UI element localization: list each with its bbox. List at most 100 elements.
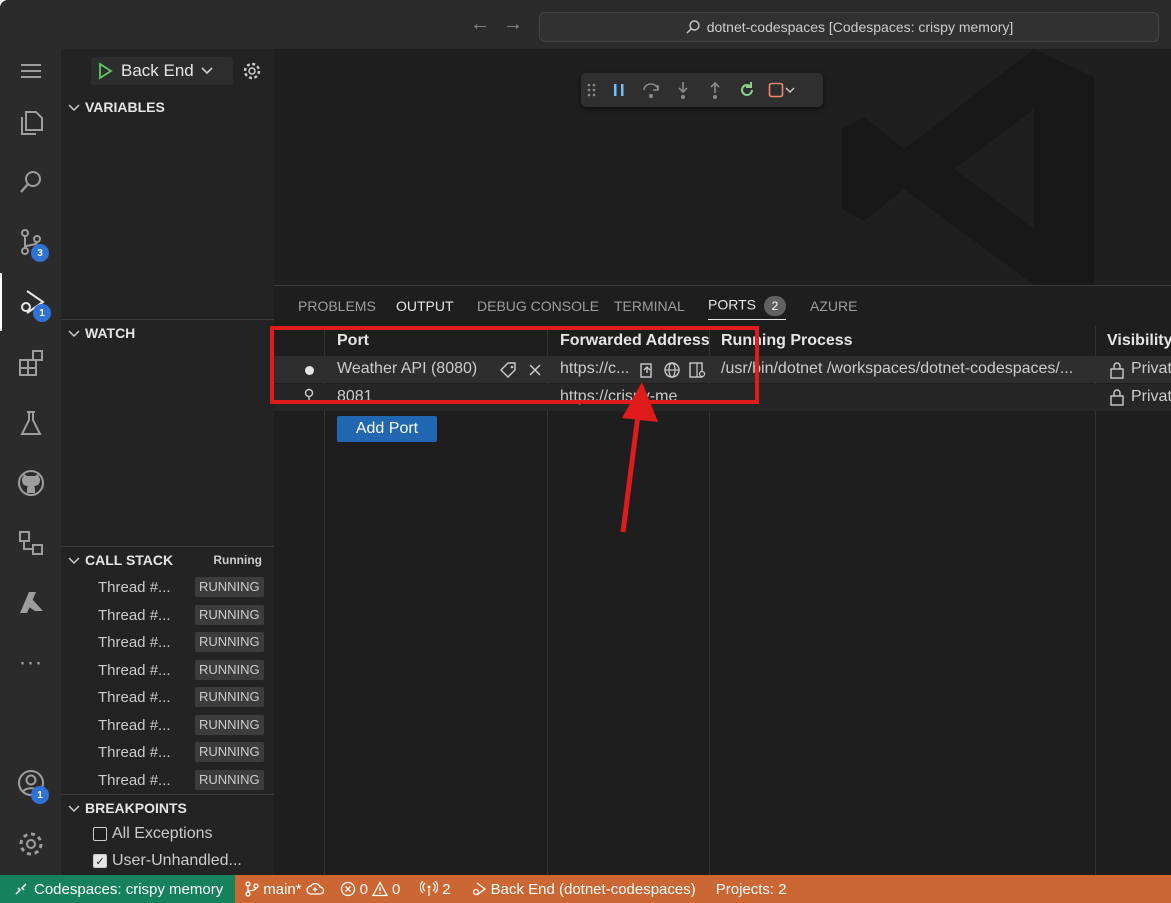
beaker-icon <box>19 411 42 435</box>
thread-name: Thread #... <box>98 607 171 624</box>
thread-status: RUNNING <box>195 605 264 625</box>
breakpoints-section-header[interactable]: BREAKPOINTS <box>61 794 274 820</box>
thread-row[interactable]: Thread #... RUNNING <box>61 712 274 739</box>
stop-button[interactable] <box>763 75 801 105</box>
debug-target-indicator[interactable]: Back End (dotnet-codespaces) <box>471 881 696 898</box>
tab-terminal[interactable]: TERMINAL <box>614 298 685 322</box>
thread-name: Thread #... <box>98 689 171 706</box>
search-icon <box>686 20 700 34</box>
explorer-button[interactable] <box>0 94 61 152</box>
gear-icon <box>243 62 261 80</box>
debug-config-select[interactable]: Back End <box>91 57 233 85</box>
forward-arrow-icon[interactable]: → <box>503 14 523 34</box>
warning-count: 0 <box>391 880 401 898</box>
thread-name: Thread #... <box>98 772 171 789</box>
back-arrow-icon[interactable]: ← <box>470 14 490 34</box>
manage-button[interactable] <box>0 815 61 873</box>
running-process: /usr/bin/dotnet /workspaces/dotnet-codes… <box>721 360 1074 377</box>
activity-bar: 3 1 ··· 1 <box>0 49 61 875</box>
run-debug-button[interactable]: 1 <box>0 273 61 331</box>
thread-row[interactable]: Thread #... RUNNING <box>61 602 274 629</box>
breakpoint-all-exceptions[interactable]: All Exceptions <box>93 821 213 847</box>
thread-row[interactable]: Thread #... RUNNING <box>61 767 274 794</box>
call-stack-section-header[interactable]: CALL STACK Running <box>61 546 274 572</box>
search-icon <box>19 171 41 193</box>
visibility: Privat <box>1131 360 1171 377</box>
warning-icon <box>371 881 388 897</box>
checkbox[interactable] <box>93 827 107 841</box>
column-header-visibility[interactable]: Visibility <box>1107 332 1171 350</box>
chevron-down-icon <box>68 104 80 112</box>
ports-indicator[interactable]: 2 <box>420 881 451 898</box>
chevron-down-icon <box>68 556 80 564</box>
step-out-button[interactable] <box>699 75 731 105</box>
thread-status: RUNNING <box>195 742 264 762</box>
tab-debug-console[interactable]: DEBUG CONSOLE <box>477 298 599 322</box>
step-out-icon <box>710 81 720 99</box>
drag-handle-icon[interactable] <box>581 75 603 105</box>
thread-status: RUNNING <box>195 715 264 735</box>
accounts-button[interactable]: 1 <box>0 754 61 812</box>
call-stack-title: CALL STACK <box>85 551 174 568</box>
annotation-highlight-box <box>270 326 759 404</box>
chevron-down-icon <box>68 804 80 812</box>
debug-alt-icon <box>472 882 486 896</box>
tab-problems[interactable]: PROBLEMS <box>298 298 376 322</box>
breakpoint-user-unhandled[interactable]: ✓ User-Unhandled... <box>93 848 242 874</box>
play-icon[interactable] <box>91 61 121 81</box>
thread-row[interactable]: Thread #... RUNNING <box>61 657 274 684</box>
testing-button[interactable] <box>0 394 61 452</box>
pause-button[interactable] <box>603 75 635 105</box>
debug-toolbar <box>581 73 823 107</box>
chevron-down-icon <box>785 87 795 93</box>
branch-label: main* <box>263 880 302 898</box>
github-button[interactable] <box>0 454 61 512</box>
hamburger-menu-icon <box>20 64 41 78</box>
step-over-button[interactable] <box>635 75 667 105</box>
problems-indicator[interactable]: 0 0 <box>340 880 401 898</box>
thread-name: Thread #... <box>98 744 171 761</box>
source-control-badge: 3 <box>31 244 49 262</box>
variables-section-header[interactable]: VARIABLES <box>61 96 274 118</box>
call-stack-state: Running <box>213 552 262 567</box>
search-button[interactable] <box>0 153 61 211</box>
status-bar: Codespaces: crispy memory main* 0 0 2 Ba… <box>0 875 1171 903</box>
restart-button[interactable] <box>731 75 763 105</box>
files-icon <box>20 111 43 135</box>
thread-status: RUNNING <box>195 577 264 597</box>
branch-indicator[interactable]: main* <box>245 880 324 898</box>
extensions-button[interactable] <box>0 334 61 392</box>
ports-count-badge: 2 <box>763 296 786 316</box>
checkbox[interactable]: ✓ <box>93 854 107 868</box>
remote-indicator[interactable]: Codespaces: crispy memory <box>0 875 236 903</box>
git-branch-icon <box>245 881 259 897</box>
pause-icon <box>614 84 624 96</box>
thread-row[interactable]: Thread #... RUNNING <box>61 629 274 656</box>
thread-status: RUNNING <box>195 687 264 707</box>
tab-azure[interactable]: AZURE <box>810 298 857 322</box>
remote-explorer-button[interactable] <box>0 514 61 572</box>
tab-ports[interactable]: PORTS 2 <box>708 296 786 320</box>
command-center-label: dotnet-codespaces [Codespaces: crispy me… <box>706 19 1014 35</box>
thread-row[interactable]: Thread #... RUNNING <box>61 739 274 766</box>
add-port-button[interactable]: Add Port <box>337 416 437 442</box>
extensions-icon <box>18 350 43 376</box>
thread-name: Thread #... <box>98 662 171 679</box>
thread-row[interactable]: Thread #... RUNNING <box>61 574 274 601</box>
command-center[interactable]: dotnet-codespaces [Codespaces: crispy me… <box>539 12 1159 42</box>
error-count: 0 <box>359 880 368 898</box>
github-icon <box>17 470 44 496</box>
step-into-button[interactable] <box>667 75 699 105</box>
menu-button[interactable] <box>0 42 61 100</box>
tab-output[interactable]: OUTPUT <box>396 298 454 322</box>
debug-settings-button[interactable] <box>241 59 263 83</box>
more-icon[interactable]: ··· <box>0 634 61 692</box>
gear-icon <box>19 832 42 856</box>
thread-row[interactable]: Thread #... RUNNING <box>61 684 274 711</box>
source-control-button[interactable]: 3 <box>0 213 61 271</box>
azure-icon <box>19 592 43 613</box>
azure-button[interactable] <box>0 574 61 632</box>
projects-indicator[interactable]: Projects: 2 <box>716 881 787 898</box>
thread-name: Thread #... <box>98 634 171 651</box>
watch-section-header[interactable]: WATCH <box>61 319 274 345</box>
